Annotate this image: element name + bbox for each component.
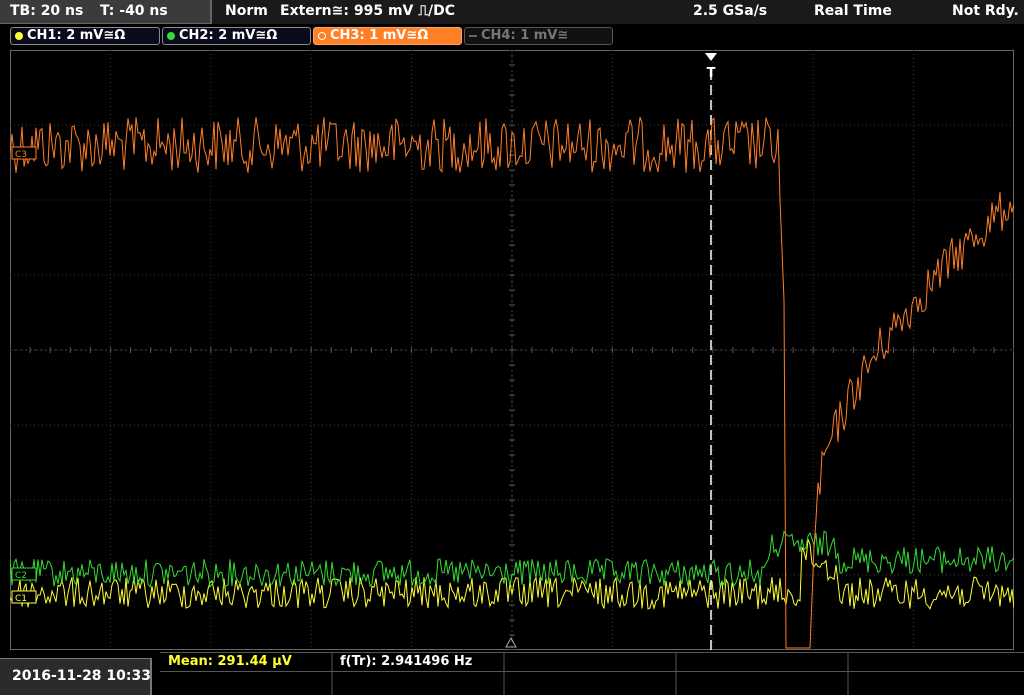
acquisition-status: Not Rdy. — [952, 3, 1019, 19]
ch1-marker-label: C1 — [15, 594, 27, 604]
ch2-level-marker[interactable]: C2 — [11, 567, 37, 581]
ch2-label: CH2: 2 mV≅Ω — [179, 28, 278, 43]
ch3-dot-icon — [318, 31, 326, 40]
ch3-label: CH3: 1 mV≅Ω — [330, 28, 429, 43]
measurement-mean[interactable]: Mean: 291.44 µV — [168, 654, 292, 669]
channel-bar: CH1: 2 mV≅Ω CH2: 2 mV≅Ω CH3: 1 mV≅Ω CH4:… — [0, 24, 1024, 48]
timebase-value: TB: 20 ns — [10, 3, 84, 19]
datetime-box: 2016-11-28 10:33 — [0, 658, 152, 695]
channel-tab-ch1[interactable]: CH1: 2 mV≅Ω — [10, 27, 160, 45]
ch1-label: CH1: 2 mV≅Ω — [27, 28, 126, 43]
waveform-display[interactable]: T C3 C2 C1 — [10, 50, 1014, 650]
ch1-level-marker[interactable]: C1 — [11, 590, 37, 604]
sample-rate: 2.5 GSa/s — [693, 3, 768, 19]
bottom-status-bar: 2016-11-28 10:33 Mean: 291.44 µV f(Tr): … — [0, 652, 1024, 695]
ch3-marker-label: C3 — [15, 150, 27, 160]
channel-tab-ch2[interactable]: CH2: 2 mV≅Ω — [162, 27, 311, 45]
acquisition-status-bar: TB: 20 ns T: -40 ns Norm Extern≅: 995 mV… — [0, 0, 1024, 24]
trigger-marker-label: T — [707, 66, 716, 81]
channel-tab-ch3[interactable]: CH3: 1 mV≅Ω — [313, 27, 462, 45]
timebase-box[interactable]: TB: 20 ns T: -40 ns — [0, 0, 212, 24]
trigger-mode[interactable]: Norm — [225, 3, 268, 19]
datetime: 2016-11-28 10:33 — [12, 668, 151, 684]
ch2-dot-icon — [167, 31, 175, 40]
trigger-time-value: T: -40 ns — [100, 3, 168, 19]
acquisition-mode[interactable]: Real Time — [814, 3, 892, 19]
trigger-source[interactable]: Extern≅: 995 mV ⎍/DC — [280, 3, 455, 19]
ch3-level-marker[interactable]: C3 — [11, 146, 37, 160]
ch4-label: CH4: 1 mV≅ — [481, 28, 569, 43]
measurement-frequency[interactable]: f(Tr): 2.941496 Hz — [340, 654, 472, 669]
channel-tab-ch4[interactable]: CH4: 1 mV≅ — [464, 27, 613, 45]
ch4-off-icon — [469, 34, 477, 37]
ch2-marker-label: C2 — [15, 571, 27, 581]
ch1-dot-icon — [15, 31, 23, 40]
